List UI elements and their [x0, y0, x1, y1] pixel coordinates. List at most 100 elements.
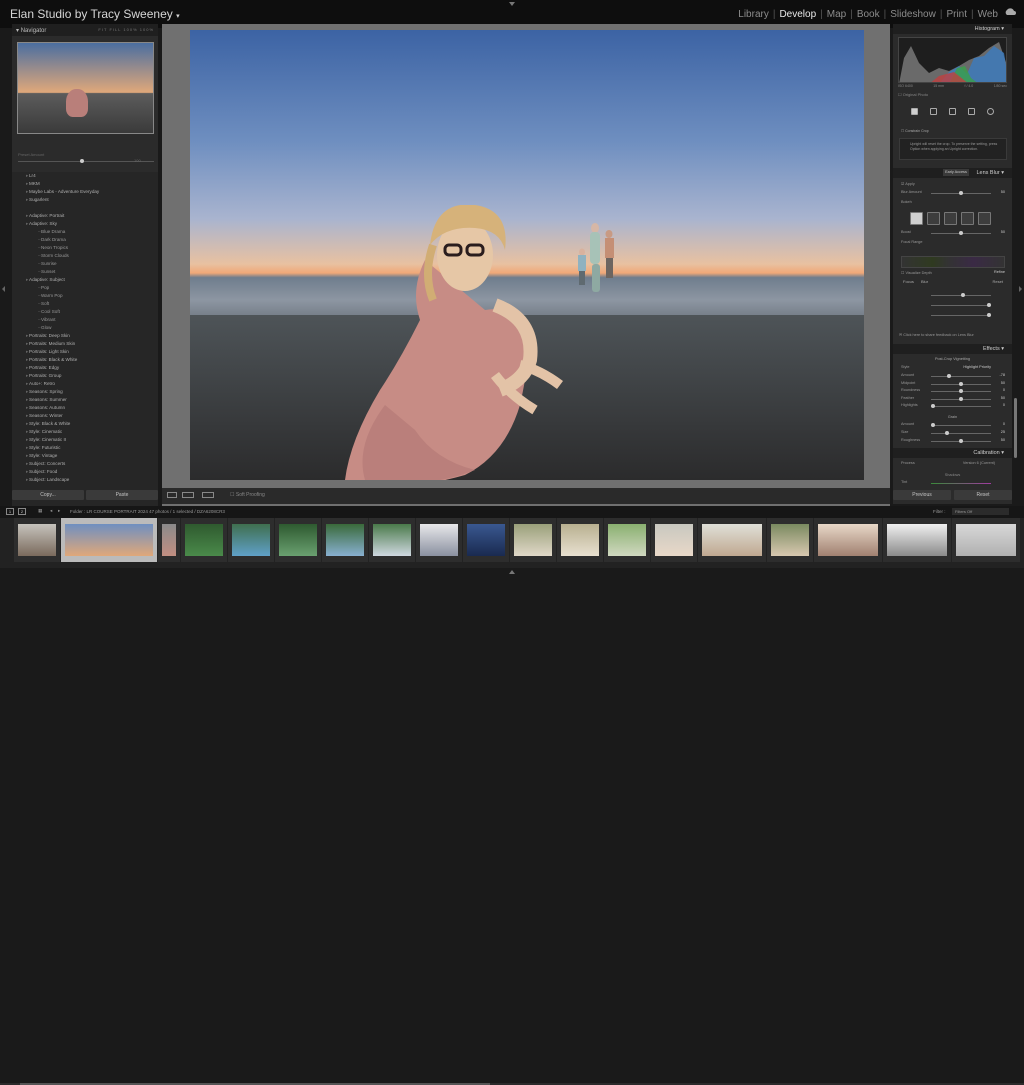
preset-item[interactable]: ▸Adaptive: Portrait — [12, 212, 158, 220]
preset-item[interactable]: –Soft — [12, 300, 158, 308]
reset-button[interactable]: Reset — [954, 490, 1012, 500]
preset-item[interactable]: ▸Seasons: Autumn — [12, 404, 158, 412]
slider-knob[interactable] — [959, 389, 963, 393]
slider-value[interactable]: 0 — [1003, 403, 1005, 407]
filmstrip-thumbnail[interactable] — [952, 518, 1020, 562]
main-photo[interactable] — [190, 30, 864, 480]
preset-item[interactable]: –Vibrant — [12, 316, 158, 324]
preset-item[interactable]: ▸Portraits: Black & White — [12, 356, 158, 364]
healing-icon[interactable] — [949, 107, 956, 115]
slider-track[interactable] — [931, 423, 991, 427]
navigator-zoom-options[interactable]: FIT FILL 100% 100% — [98, 27, 154, 33]
slider-track[interactable] — [931, 431, 991, 435]
slider-knob[interactable] — [945, 431, 949, 435]
bokeh-cat-eye-icon[interactable] — [978, 212, 991, 225]
preset-item[interactable]: ▸Adaptive: Sky — [12, 220, 158, 228]
filmstrip-thumbnail[interactable] — [463, 518, 509, 562]
preset-item[interactable]: ▸MKM — [12, 180, 158, 188]
before-after-icon[interactable] — [182, 492, 194, 498]
preset-item[interactable]: ▸Seasons: Summer — [12, 396, 158, 404]
slider-track[interactable] — [931, 381, 991, 386]
slider-value[interactable]: 25 — [1001, 430, 1005, 434]
slider-value[interactable]: 50 — [1001, 381, 1005, 385]
preset-item[interactable]: –Dark Drama — [12, 236, 158, 244]
effects-header[interactable]: Effects ▾ — [893, 344, 1012, 354]
original-photo-toggle[interactable]: ☐ Original Photo — [898, 92, 928, 97]
module-web[interactable]: Web — [978, 9, 998, 20]
preset-item[interactable]: ▸Portraits: Light Skin — [12, 348, 158, 356]
slider-value[interactable]: 0 — [1003, 422, 1005, 426]
loupe-view-icon[interactable] — [167, 492, 177, 498]
visualize-depth-row[interactable]: ☐ Visualize Depth Refine — [901, 270, 1005, 278]
secondary-window-button[interactable]: 2 — [18, 508, 26, 515]
preset-item[interactable]: ▸Subject: Food — [12, 468, 158, 476]
filmstrip-thumbnail[interactable] — [698, 518, 766, 562]
filmstrip-thumbnail[interactable] — [883, 518, 951, 562]
preset-item[interactable]: –Storm Clouds — [12, 252, 158, 260]
refine-slider-2[interactable] — [901, 302, 1005, 310]
slider-knob[interactable] — [959, 396, 963, 401]
lens-blur-header[interactable]: Early Access Lens Blur ▾ — [893, 168, 1012, 178]
module-develop[interactable]: Develop — [779, 9, 816, 20]
slider-track[interactable] — [931, 374, 991, 378]
crop-icon[interactable] — [930, 107, 937, 115]
filmstrip-thumbnail[interactable] — [369, 518, 415, 562]
bokeh-circle-icon[interactable] — [910, 212, 923, 225]
preset-item[interactable]: –Pop — [12, 284, 158, 292]
histogram[interactable] — [898, 37, 1007, 83]
preset-item[interactable]: –Warm Pop — [12, 292, 158, 300]
histogram-header[interactable]: Histogram ▾ — [893, 24, 1012, 34]
filmstrip-thumbnail[interactable] — [275, 518, 321, 562]
preset-item[interactable]: ▸Subject: Concerts — [12, 460, 158, 468]
filmstrip-thumbnail[interactable] — [61, 518, 157, 562]
compare-icon[interactable] — [202, 492, 214, 498]
slider-knob[interactable] — [931, 404, 935, 408]
filmstrip-thumbnail[interactable] — [604, 518, 650, 562]
soft-proofing-toggle[interactable]: ☐ Soft Proofing — [230, 492, 265, 498]
slider-knob[interactable] — [959, 381, 963, 386]
boost-value[interactable]: 50 — [1001, 230, 1005, 234]
bokeh-blade-icon[interactable] — [944, 212, 957, 225]
slider-value[interactable]: 50 — [1001, 396, 1005, 400]
forward-arrow-icon[interactable]: ▸ — [58, 508, 60, 514]
reset-refine-button[interactable]: Reset — [993, 279, 1003, 284]
slider-value[interactable]: -78 — [1000, 373, 1006, 377]
slider-track[interactable] — [931, 389, 991, 393]
filmstrip-thumbnail[interactable] — [158, 518, 180, 562]
filmstrip-thumbnail[interactable] — [181, 518, 227, 562]
filmstrip-thumbnail[interactable] — [767, 518, 813, 562]
preset-item[interactable]: –Blue Drama — [12, 228, 158, 236]
module-slideshow[interactable]: Slideshow — [890, 9, 936, 20]
focal-range-bar[interactable] — [901, 256, 1005, 268]
paste-button[interactable]: Paste — [86, 490, 158, 500]
preset-item[interactable]: ▸Portraits: Medium Skin — [12, 340, 158, 348]
preset-item[interactable]: ▸Portraits: Group — [12, 372, 158, 380]
preset-item[interactable]: –Sunrise — [12, 260, 158, 268]
preset-item[interactable]: ▸Seasons: Spring — [12, 388, 158, 396]
preset-item[interactable]: ▸Style: Futuristic — [12, 444, 158, 452]
right-panel-scrollbar[interactable] — [1014, 398, 1017, 458]
identity-plate[interactable]: Elan Studio by Tracy Sweeney ▾ — [10, 7, 180, 21]
copy-button[interactable]: Copy... — [12, 490, 84, 500]
blur-amount-value[interactable]: 50 — [1001, 190, 1005, 194]
constrain-crop[interactable]: ☐ Constrain Crop — [901, 129, 1006, 133]
collapse-left-panel-icon[interactable] — [2, 286, 5, 292]
collapse-right-panel-icon[interactable] — [1019, 286, 1022, 292]
module-book[interactable]: Book — [857, 9, 880, 20]
preset-item[interactable]: ▸Style: Cinematic II — [12, 436, 158, 444]
bokeh-ring-icon[interactable] — [961, 212, 974, 225]
back-arrow-icon[interactable]: ◂ — [50, 508, 52, 514]
bokeh-bubble-icon[interactable] — [927, 212, 940, 225]
preset-item[interactable]: ▸Auto+: Retro — [12, 380, 158, 388]
slider-value[interactable]: 0 — [1003, 388, 1005, 392]
module-print[interactable]: Print — [946, 9, 967, 20]
main-window-button[interactable]: 1 — [6, 508, 14, 515]
edit-sliders-icon[interactable] — [911, 107, 918, 115]
preset-item[interactable]: ▸Portraits: Deep Skin — [12, 332, 158, 340]
preset-item[interactable]: –Neon Tropics — [12, 244, 158, 252]
preset-item[interactable]: ▸Seasons: Winter — [12, 412, 158, 420]
filter-dropdown[interactable]: Filters Off — [952, 508, 1009, 515]
collapse-top-panel-icon[interactable] — [509, 2, 515, 6]
apply-checkbox[interactable]: ☑ Apply — [901, 181, 1005, 189]
slider-knob[interactable] — [959, 439, 963, 443]
